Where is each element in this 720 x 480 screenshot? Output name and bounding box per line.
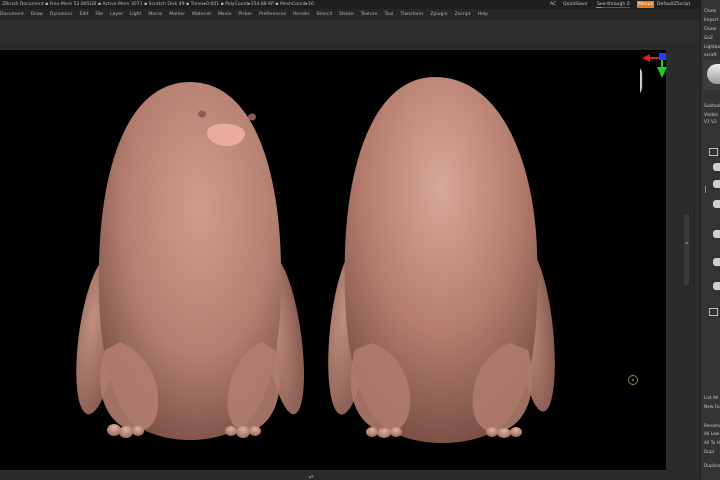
target-icon[interactable] — [628, 375, 638, 385]
tray-item-ecraft[interactable]: ecraft — [704, 53, 717, 59]
lightbox-button[interactable]: AC — [550, 1, 556, 8]
tray-item-import[interactable]: Import — [704, 18, 718, 24]
tray-item-goz[interactable]: GoZ — [704, 36, 713, 42]
menu-macro[interactable]: Macro — [148, 12, 162, 17]
head-gyro-icon[interactable] — [640, 51, 670, 106]
subtool-brush-icon[interactable] — [713, 230, 720, 238]
menu-dynamics[interactable]: Dynamics — [50, 12, 73, 17]
menu-edit[interactable]: Edit — [79, 12, 88, 17]
tray-item-lightbox[interactable]: Lightbox — [704, 45, 720, 51]
top-shelf — [0, 20, 700, 43]
menu-preferences[interactable]: Preferences — [259, 12, 286, 17]
menu-render[interactable]: Render — [293, 12, 309, 17]
menu-stroke[interactable]: Stroke — [339, 12, 354, 17]
menu-zscript[interactable]: Zscript — [455, 12, 471, 17]
menu-transform[interactable]: Transform — [400, 12, 423, 17]
bottom-dock-handle[interactable]: ▴▾ — [306, 475, 316, 480]
tray-item-list-all[interactable]: List All — [704, 396, 718, 402]
tray-item-new-fo[interactable]: New Fo — [704, 405, 720, 411]
tool-thumbnail-shape — [707, 64, 720, 84]
menu-texture[interactable]: Texture — [361, 12, 378, 17]
right-dock-handle-mark: ◂▸ — [685, 240, 690, 245]
menu-stencil[interactable]: Stencil — [317, 12, 333, 17]
right-dock-handle[interactable] — [684, 215, 689, 285]
tray-item-all-to-h[interactable]: All To H — [704, 441, 720, 447]
tray-item-rename[interactable]: Rename — [704, 424, 720, 430]
tray-active-marker — [705, 186, 706, 193]
subtool-brush-icon[interactable] — [713, 163, 720, 171]
tray-item-subtool[interactable]: Subtool — [704, 104, 720, 110]
tray-item-dupl[interactable]: Dupl — [704, 450, 714, 456]
subtool-brush-icon[interactable] — [713, 180, 720, 188]
tray-scrollbar[interactable] — [694, 100, 699, 470]
menu-layer[interactable]: Layer — [110, 12, 123, 17]
model-back-view — [328, 77, 555, 443]
subtool-brush-icon[interactable] — [713, 282, 720, 290]
menu-marker[interactable]: Marker — [169, 12, 185, 17]
menu-draw[interactable]: Draw — [31, 12, 43, 17]
menu-bar: Document Draw Dynamics Edit File Layer Light Ma… — [0, 9, 700, 20]
menu-light[interactable]: Light — [130, 12, 141, 17]
menu-document[interactable]: Document — [0, 12, 24, 17]
seethrough-slider-fill — [596, 7, 602, 8]
tray-item-v1-v2[interactable]: V1 V2 — [704, 120, 717, 126]
defaultzscript-button[interactable]: DefaultZScript — [657, 1, 690, 8]
subtool-toggle[interactable] — [709, 308, 718, 316]
subtool-brush-icon[interactable] — [713, 258, 720, 266]
subtool-toggle[interactable] — [709, 148, 718, 156]
quicksave-button[interactable]: QuickSave — [563, 1, 587, 8]
menu-picker[interactable]: Picker — [238, 12, 252, 17]
tray-item-clone[interactable]: Clone — [704, 27, 716, 33]
tray-item-clone[interactable]: Clone — [704, 9, 716, 15]
tray-item-all-low[interactable]: All Low — [704, 432, 719, 438]
viewport-canvas[interactable] — [0, 50, 666, 470]
viewport-scene[interactable] — [0, 50, 666, 470]
menus-toggle-button[interactable]: Menus — [637, 1, 654, 8]
menu-tool[interactable]: Tool — [385, 12, 394, 17]
tray-item-duplicat[interactable]: Duplicat — [704, 464, 720, 470]
subtool-brush-icon[interactable] — [713, 200, 720, 208]
menu-file[interactable]: File — [95, 12, 103, 17]
menu-items: Document Draw Dynamics Edit File Layer Light Ma… — [0, 11, 495, 18]
menu-movie[interactable]: Movie — [218, 12, 232, 17]
status-bar: ZBrush Document ▪ Free Mem 52.865GB ▪ Ac… — [0, 0, 720, 9]
menu-help[interactable]: Help — [478, 12, 488, 17]
tray-item-visible[interactable]: Visible — [704, 113, 718, 119]
menu-material[interactable]: Material — [192, 12, 211, 17]
menu-zplugin[interactable]: Zplugin — [430, 12, 447, 17]
status-readout: ZBrush Document ▪ Free Mem 52.865GB ▪ Ac… — [2, 2, 314, 7]
model-front-view — [76, 82, 305, 440]
